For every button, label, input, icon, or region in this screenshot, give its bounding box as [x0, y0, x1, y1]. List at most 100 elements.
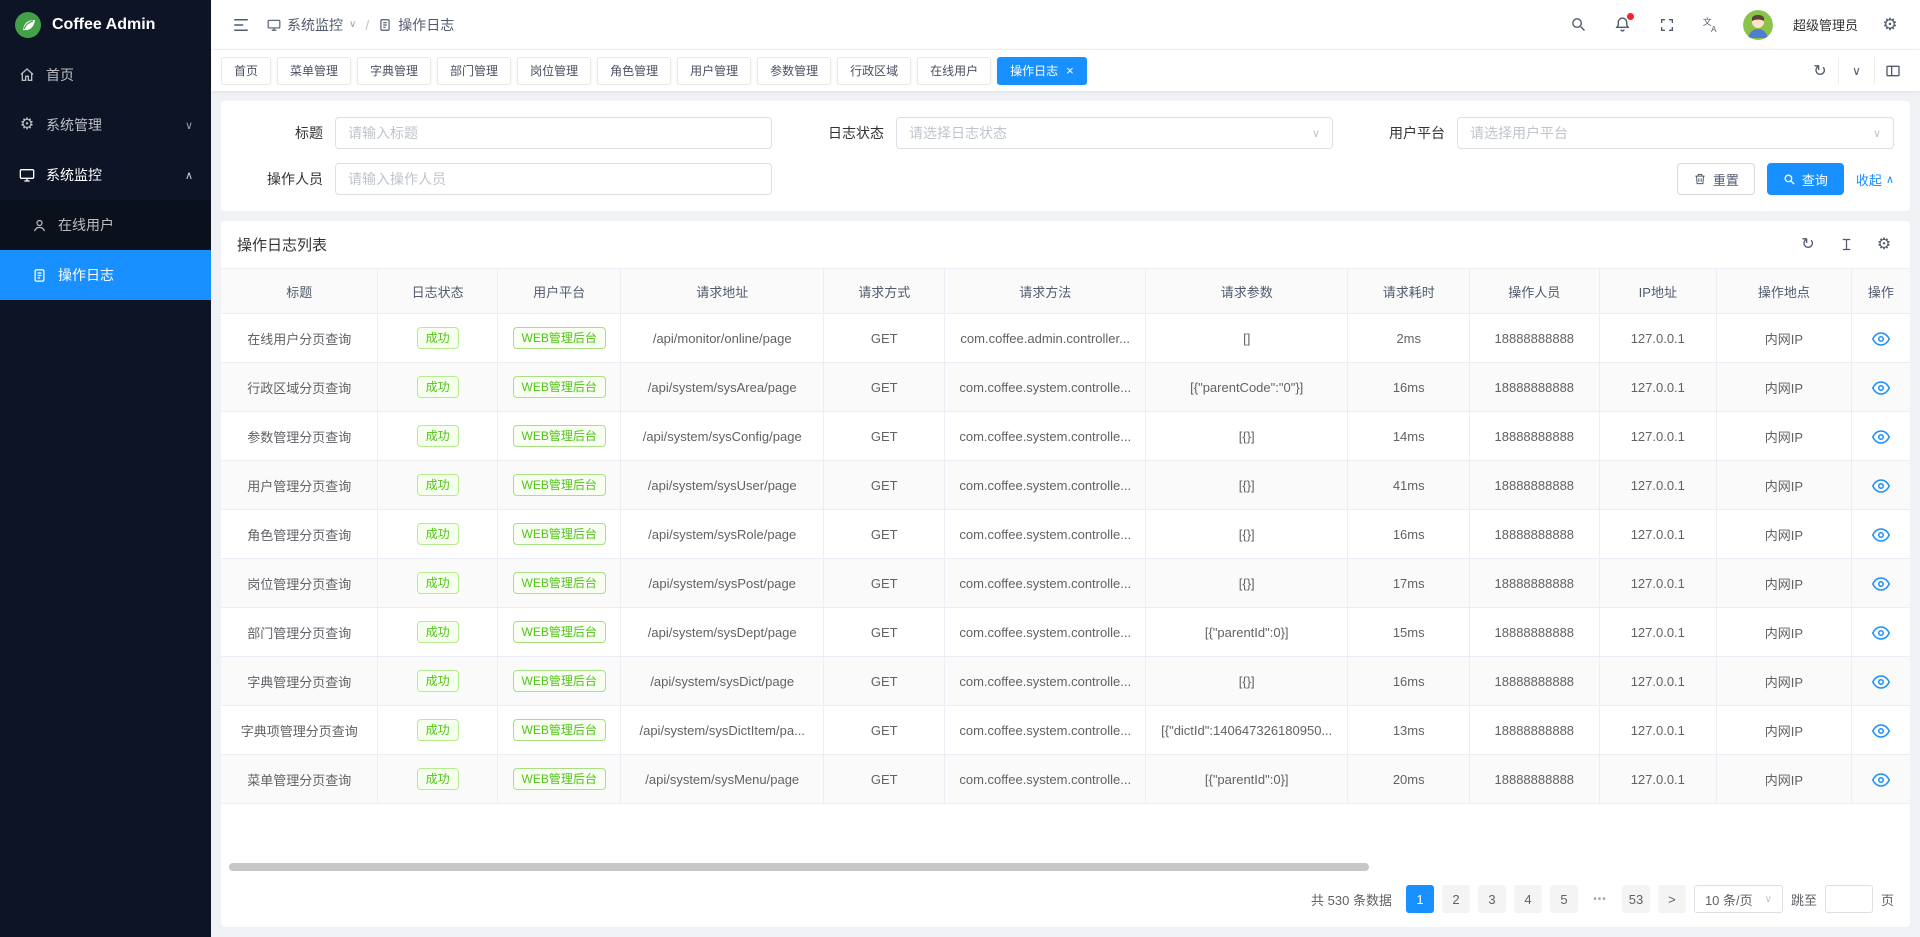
column-header: 操作地点: [1717, 269, 1852, 314]
view-detail-eye-icon[interactable]: [1872, 332, 1890, 346]
page-button[interactable]: 53: [1622, 885, 1650, 913]
tab[interactable]: 菜单管理: [277, 57, 351, 85]
sidebar-item-home[interactable]: 首页: [0, 50, 211, 100]
tab-actions-chevron-icon[interactable]: ∨: [1838, 57, 1874, 84]
reset-button[interactable]: 重置: [1677, 163, 1755, 195]
cell-handler: com.coffee.system.controlle...: [945, 510, 1145, 559]
sidebar-item-system-monitor[interactable]: 系统监控 ∧: [0, 150, 211, 200]
view-detail-eye-icon[interactable]: [1872, 675, 1890, 689]
avatar[interactable]: [1743, 10, 1773, 40]
tab[interactable]: 用户管理: [677, 57, 751, 85]
view-detail-eye-icon[interactable]: [1872, 773, 1890, 787]
cell-params: [{"parentId":0}]: [1145, 755, 1348, 804]
operator-filter-field: 操作人员: [237, 163, 772, 195]
jump-page-input[interactable]: [1825, 885, 1873, 913]
brand-logo[interactable]: Coffee Admin: [0, 0, 211, 50]
cell-duration: 16ms: [1348, 363, 1470, 412]
cell-title: 字典管理分页查询: [221, 657, 378, 706]
collapse-filters-link[interactable]: 收起 ∧: [1856, 170, 1894, 189]
tab[interactable]: 岗位管理: [517, 57, 591, 85]
column-header: 日志状态: [378, 269, 497, 314]
tab[interactable]: 首页: [221, 57, 271, 85]
cell-location: 内网IP: [1717, 461, 1852, 510]
column-header: 请求耗时: [1348, 269, 1470, 314]
page-button[interactable]: 4: [1514, 885, 1542, 913]
sidebar-item-system-mgmt[interactable]: ⚙ 系统管理 ∨: [0, 100, 211, 150]
query-button[interactable]: 查询: [1767, 163, 1844, 195]
operator-filter-input[interactable]: [335, 163, 772, 195]
view-detail-eye-icon[interactable]: [1872, 724, 1890, 738]
view-detail-eye-icon[interactable]: [1872, 430, 1890, 444]
next-page-button[interactable]: >: [1658, 885, 1686, 913]
view-detail-eye-icon[interactable]: [1872, 479, 1890, 493]
table-row: 部门管理分页查询 成功 WEB管理后台 /api/system/sysDept/…: [221, 608, 1910, 657]
platform-filter-select[interactable]: 请选择用户平台 ∨: [1457, 117, 1894, 149]
search-icon: [1783, 173, 1796, 186]
tab[interactable]: 参数管理: [757, 57, 831, 85]
tab[interactable]: 在线用户: [917, 57, 991, 85]
collapse-sidebar-icon[interactable]: [229, 13, 253, 37]
tab[interactable]: 操作日志 ×: [997, 57, 1087, 85]
cell-method: GET: [823, 412, 945, 461]
status-badge: 成功: [417, 768, 459, 790]
username[interactable]: 超级管理员: [1793, 15, 1858, 34]
cell-params: [{"parentId":0}]: [1145, 608, 1348, 657]
chevron-down-icon: ∨: [1765, 894, 1772, 905]
pagination-ellipsis[interactable]: •••: [1586, 885, 1614, 913]
cell-url: /api/system/sysArea/page: [621, 363, 824, 412]
notification-bell-icon[interactable]: [1611, 13, 1635, 37]
page-size-select[interactable]: 10 条/页 ∨: [1694, 885, 1783, 913]
view-detail-eye-icon[interactable]: [1872, 577, 1890, 591]
tab[interactable]: 字典管理: [357, 57, 431, 85]
cell-ip: 127.0.0.1: [1599, 461, 1716, 510]
page-button[interactable]: 5: [1550, 885, 1578, 913]
status-filter-select[interactable]: 请选择日志状态 ∨: [896, 117, 1333, 149]
cell-handler: com.coffee.system.controlle...: [945, 559, 1145, 608]
page-button[interactable]: 1: [1406, 885, 1434, 913]
column-header: 请求方法: [945, 269, 1145, 314]
view-detail-eye-icon[interactable]: [1872, 528, 1890, 542]
refresh-icon[interactable]: ↻: [1802, 57, 1838, 84]
horizontal-scrollbar-thumb[interactable]: [229, 863, 1369, 871]
sidebar-item-online-users[interactable]: 在线用户: [0, 200, 211, 250]
breadcrumb: 系统监控 ∨ / 操作日志: [267, 15, 454, 35]
cell-duration: 17ms: [1348, 559, 1470, 608]
fullscreen-icon[interactable]: [1655, 13, 1679, 37]
cell-operator: 18888888888: [1469, 657, 1599, 706]
collapse-link-label: 收起: [1856, 170, 1882, 189]
tab[interactable]: 行政区域: [837, 57, 911, 85]
tab[interactable]: 角色管理: [597, 57, 671, 85]
title-filter-input[interactable]: [335, 117, 772, 149]
table-tools: ↻ ⚙: [1798, 235, 1894, 255]
tab-close-icon[interactable]: ×: [1066, 64, 1074, 77]
cell-url: /api/system/sysUser/page: [621, 461, 824, 510]
translate-icon[interactable]: 文A: [1699, 13, 1723, 37]
cell-handler: com.coffee.system.controlle...: [945, 706, 1145, 755]
cell-action: [1851, 608, 1910, 657]
tab[interactable]: 部门管理: [437, 57, 511, 85]
view-detail-eye-icon[interactable]: [1872, 626, 1890, 640]
density-icon[interactable]: [1836, 235, 1856, 255]
refresh-icon[interactable]: ↻: [1798, 235, 1818, 255]
gear-icon[interactable]: ⚙: [1878, 13, 1902, 37]
log-table-panel: 操作日志列表 ↻ ⚙ 标题日志状态用户平台请求地址请求方式请求方法请求参数请求耗…: [221, 221, 1910, 927]
cell-location: 内网IP: [1717, 706, 1852, 755]
page-button[interactable]: 3: [1478, 885, 1506, 913]
status-filter-field: 日志状态 请选择日志状态 ∨: [798, 117, 1333, 149]
cell-operator: 18888888888: [1469, 608, 1599, 657]
status-badge: 成功: [417, 425, 459, 447]
layout-icon[interactable]: [1874, 57, 1910, 84]
cell-title: 在线用户分页查询: [221, 314, 378, 363]
sidebar-item-operation-log[interactable]: 操作日志: [0, 250, 211, 300]
cell-url: /api/system/sysDept/page: [621, 608, 824, 657]
view-detail-eye-icon[interactable]: [1872, 381, 1890, 395]
cell-method: GET: [823, 608, 945, 657]
search-icon[interactable]: [1567, 13, 1591, 37]
column-settings-gear-icon[interactable]: ⚙: [1874, 235, 1894, 255]
tab-label: 用户管理: [690, 62, 738, 79]
platform-filter-label: 用户平台: [1359, 123, 1445, 143]
breadcrumb-item-monitor[interactable]: 系统监控 ∨: [267, 15, 356, 35]
cell-method: GET: [823, 314, 945, 363]
platform-badge: WEB管理后台: [513, 523, 606, 545]
page-button[interactable]: 2: [1442, 885, 1470, 913]
